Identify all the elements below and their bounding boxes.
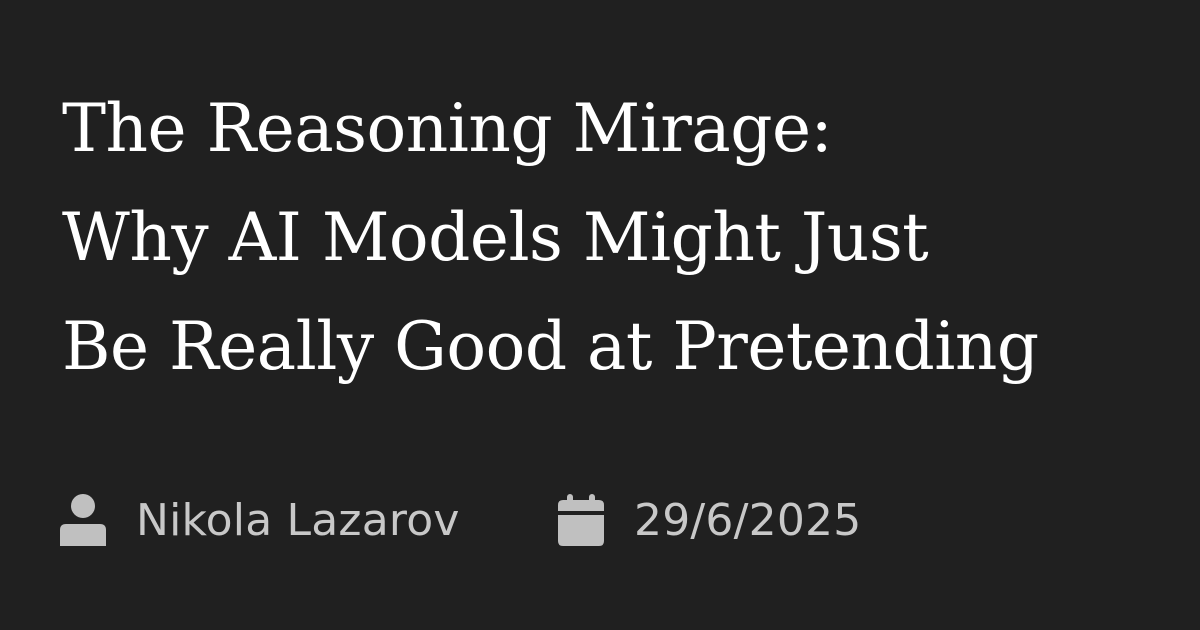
publish-date-info: 29/6/2025 [558,494,861,546]
post-title-line: Why AI Models Might Just [62,199,929,276]
author-info: Nikola Lazarov [60,494,558,546]
post-meta: Nikola Lazarov 29/6/2025 [60,492,861,548]
calendar-icon [558,494,604,546]
publish-date: 29/6/2025 [634,494,862,546]
user-icon [60,494,106,546]
post-title: The Reasoning Mirage: Why AI Models Migh… [62,74,1172,401]
author-name: Nikola Lazarov [136,494,460,546]
post-title-line: The Reasoning Mirage: [62,90,833,167]
post-title-line: Be Really Good at Pretending [62,308,1039,385]
social-share-card: The Reasoning Mirage: Why AI Models Migh… [0,0,1200,630]
